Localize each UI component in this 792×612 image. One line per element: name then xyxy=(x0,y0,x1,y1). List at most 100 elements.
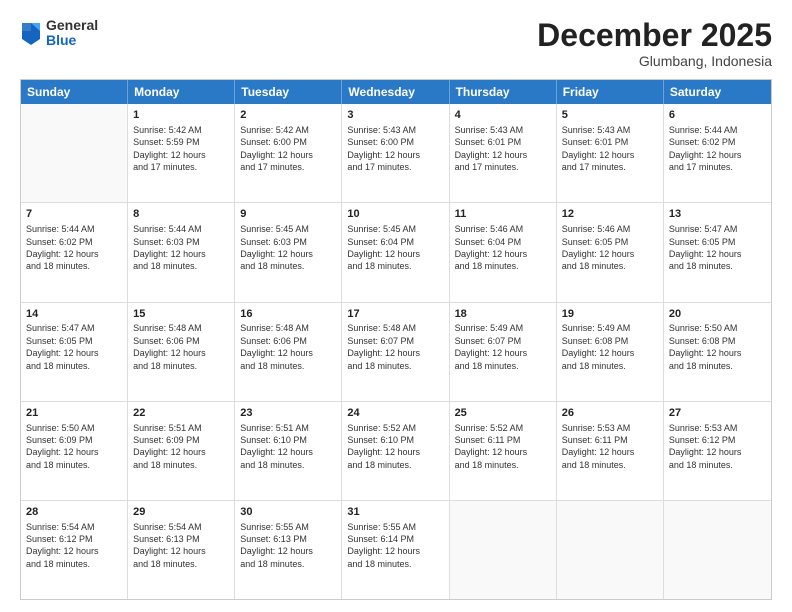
day-number: 12 xyxy=(562,207,658,222)
logo-icon xyxy=(20,19,42,47)
day-number: 4 xyxy=(455,108,551,123)
day-info: Sunrise: 5:50 AM Sunset: 6:09 PM Dayligh… xyxy=(26,422,122,472)
day-info: Sunrise: 5:42 AM Sunset: 5:59 PM Dayligh… xyxy=(133,124,229,174)
calendar-cell: 28Sunrise: 5:54 AM Sunset: 6:12 PM Dayli… xyxy=(21,501,128,599)
calendar-row-4: 28Sunrise: 5:54 AM Sunset: 6:12 PM Dayli… xyxy=(21,501,771,599)
calendar-cell: 21Sunrise: 5:50 AM Sunset: 6:09 PM Dayli… xyxy=(21,402,128,500)
calendar-cell: 16Sunrise: 5:48 AM Sunset: 6:06 PM Dayli… xyxy=(235,303,342,401)
day-info: Sunrise: 5:42 AM Sunset: 6:00 PM Dayligh… xyxy=(240,124,336,174)
day-info: Sunrise: 5:46 AM Sunset: 6:05 PM Dayligh… xyxy=(562,223,658,273)
day-info: Sunrise: 5:45 AM Sunset: 6:03 PM Dayligh… xyxy=(240,223,336,273)
day-number: 14 xyxy=(26,307,122,322)
day-info: Sunrise: 5:43 AM Sunset: 6:01 PM Dayligh… xyxy=(455,124,551,174)
day-number: 27 xyxy=(669,406,766,421)
day-info: Sunrise: 5:46 AM Sunset: 6:04 PM Dayligh… xyxy=(455,223,551,273)
day-info: Sunrise: 5:44 AM Sunset: 6:02 PM Dayligh… xyxy=(26,223,122,273)
calendar-cell: 9Sunrise: 5:45 AM Sunset: 6:03 PM Daylig… xyxy=(235,203,342,301)
calendar-cell: 24Sunrise: 5:52 AM Sunset: 6:10 PM Dayli… xyxy=(342,402,449,500)
day-info: Sunrise: 5:54 AM Sunset: 6:12 PM Dayligh… xyxy=(26,521,122,571)
calendar-cell: 27Sunrise: 5:53 AM Sunset: 6:12 PM Dayli… xyxy=(664,402,771,500)
day-number: 15 xyxy=(133,307,229,322)
day-info: Sunrise: 5:52 AM Sunset: 6:11 PM Dayligh… xyxy=(455,422,551,472)
day-info: Sunrise: 5:53 AM Sunset: 6:12 PM Dayligh… xyxy=(669,422,766,472)
logo-general: General xyxy=(46,18,98,33)
calendar-cell: 2Sunrise: 5:42 AM Sunset: 6:00 PM Daylig… xyxy=(235,104,342,202)
main-title: December 2025 xyxy=(537,18,772,53)
day-info: Sunrise: 5:48 AM Sunset: 6:06 PM Dayligh… xyxy=(240,322,336,372)
day-number: 20 xyxy=(669,307,766,322)
day-number: 6 xyxy=(669,108,766,123)
calendar-row-0: 1Sunrise: 5:42 AM Sunset: 5:59 PM Daylig… xyxy=(21,104,771,203)
calendar-cell: 12Sunrise: 5:46 AM Sunset: 6:05 PM Dayli… xyxy=(557,203,664,301)
day-number: 11 xyxy=(455,207,551,222)
day-info: Sunrise: 5:55 AM Sunset: 6:14 PM Dayligh… xyxy=(347,521,443,571)
calendar: SundayMondayTuesdayWednesdayThursdayFrid… xyxy=(20,79,772,600)
day-number: 9 xyxy=(240,207,336,222)
day-number: 1 xyxy=(133,108,229,123)
day-info: Sunrise: 5:54 AM Sunset: 6:13 PM Dayligh… xyxy=(133,521,229,571)
day-number: 19 xyxy=(562,307,658,322)
day-number: 2 xyxy=(240,108,336,123)
calendar-cell: 11Sunrise: 5:46 AM Sunset: 6:04 PM Dayli… xyxy=(450,203,557,301)
calendar-cell: 13Sunrise: 5:47 AM Sunset: 6:05 PM Dayli… xyxy=(664,203,771,301)
day-number: 13 xyxy=(669,207,766,222)
calendar-cell: 20Sunrise: 5:50 AM Sunset: 6:08 PM Dayli… xyxy=(664,303,771,401)
calendar-cell: 10Sunrise: 5:45 AM Sunset: 6:04 PM Dayli… xyxy=(342,203,449,301)
day-info: Sunrise: 5:51 AM Sunset: 6:10 PM Dayligh… xyxy=(240,422,336,472)
calendar-cell: 4Sunrise: 5:43 AM Sunset: 6:01 PM Daylig… xyxy=(450,104,557,202)
logo: General Blue xyxy=(20,18,98,49)
logo-text: General Blue xyxy=(46,18,98,49)
day-info: Sunrise: 5:48 AM Sunset: 6:06 PM Dayligh… xyxy=(133,322,229,372)
subtitle: Glumbang, Indonesia xyxy=(537,53,772,69)
calendar-cell: 7Sunrise: 5:44 AM Sunset: 6:02 PM Daylig… xyxy=(21,203,128,301)
day-number: 28 xyxy=(26,505,122,520)
calendar-cell xyxy=(557,501,664,599)
day-info: Sunrise: 5:44 AM Sunset: 6:02 PM Dayligh… xyxy=(669,124,766,174)
day-number: 30 xyxy=(240,505,336,520)
calendar-cell: 8Sunrise: 5:44 AM Sunset: 6:03 PM Daylig… xyxy=(128,203,235,301)
calendar-cell: 22Sunrise: 5:51 AM Sunset: 6:09 PM Dayli… xyxy=(128,402,235,500)
day-number: 7 xyxy=(26,207,122,222)
day-number: 25 xyxy=(455,406,551,421)
day-number: 5 xyxy=(562,108,658,123)
calendar-cell: 6Sunrise: 5:44 AM Sunset: 6:02 PM Daylig… xyxy=(664,104,771,202)
header-day-wednesday: Wednesday xyxy=(342,80,449,104)
header-day-thursday: Thursday xyxy=(450,80,557,104)
header-day-monday: Monday xyxy=(128,80,235,104)
calendar-cell: 17Sunrise: 5:48 AM Sunset: 6:07 PM Dayli… xyxy=(342,303,449,401)
day-info: Sunrise: 5:55 AM Sunset: 6:13 PM Dayligh… xyxy=(240,521,336,571)
logo-blue: Blue xyxy=(46,33,98,48)
calendar-cell: 15Sunrise: 5:48 AM Sunset: 6:06 PM Dayli… xyxy=(128,303,235,401)
day-number: 29 xyxy=(133,505,229,520)
day-number: 16 xyxy=(240,307,336,322)
calendar-cell: 14Sunrise: 5:47 AM Sunset: 6:05 PM Dayli… xyxy=(21,303,128,401)
calendar-cell: 26Sunrise: 5:53 AM Sunset: 6:11 PM Dayli… xyxy=(557,402,664,500)
page: General Blue December 2025 Glumbang, Ind… xyxy=(0,0,792,612)
calendar-cell: 19Sunrise: 5:49 AM Sunset: 6:08 PM Dayli… xyxy=(557,303,664,401)
day-number: 24 xyxy=(347,406,443,421)
calendar-cell: 31Sunrise: 5:55 AM Sunset: 6:14 PM Dayli… xyxy=(342,501,449,599)
calendar-cell: 30Sunrise: 5:55 AM Sunset: 6:13 PM Dayli… xyxy=(235,501,342,599)
day-number: 26 xyxy=(562,406,658,421)
header-day-friday: Friday xyxy=(557,80,664,104)
day-info: Sunrise: 5:47 AM Sunset: 6:05 PM Dayligh… xyxy=(26,322,122,372)
calendar-cell: 18Sunrise: 5:49 AM Sunset: 6:07 PM Dayli… xyxy=(450,303,557,401)
calendar-header: SundayMondayTuesdayWednesdayThursdayFrid… xyxy=(21,80,771,104)
day-number: 10 xyxy=(347,207,443,222)
day-number: 3 xyxy=(347,108,443,123)
title-block: December 2025 Glumbang, Indonesia xyxy=(537,18,772,69)
calendar-row-3: 21Sunrise: 5:50 AM Sunset: 6:09 PM Dayli… xyxy=(21,402,771,501)
header-day-sunday: Sunday xyxy=(21,80,128,104)
calendar-body: 1Sunrise: 5:42 AM Sunset: 5:59 PM Daylig… xyxy=(21,104,771,599)
day-info: Sunrise: 5:47 AM Sunset: 6:05 PM Dayligh… xyxy=(669,223,766,273)
day-info: Sunrise: 5:52 AM Sunset: 6:10 PM Dayligh… xyxy=(347,422,443,472)
day-info: Sunrise: 5:51 AM Sunset: 6:09 PM Dayligh… xyxy=(133,422,229,472)
calendar-cell xyxy=(664,501,771,599)
day-info: Sunrise: 5:49 AM Sunset: 6:08 PM Dayligh… xyxy=(562,322,658,372)
day-number: 21 xyxy=(26,406,122,421)
day-info: Sunrise: 5:48 AM Sunset: 6:07 PM Dayligh… xyxy=(347,322,443,372)
calendar-row-1: 7Sunrise: 5:44 AM Sunset: 6:02 PM Daylig… xyxy=(21,203,771,302)
day-info: Sunrise: 5:43 AM Sunset: 6:00 PM Dayligh… xyxy=(347,124,443,174)
day-info: Sunrise: 5:50 AM Sunset: 6:08 PM Dayligh… xyxy=(669,322,766,372)
day-info: Sunrise: 5:43 AM Sunset: 6:01 PM Dayligh… xyxy=(562,124,658,174)
